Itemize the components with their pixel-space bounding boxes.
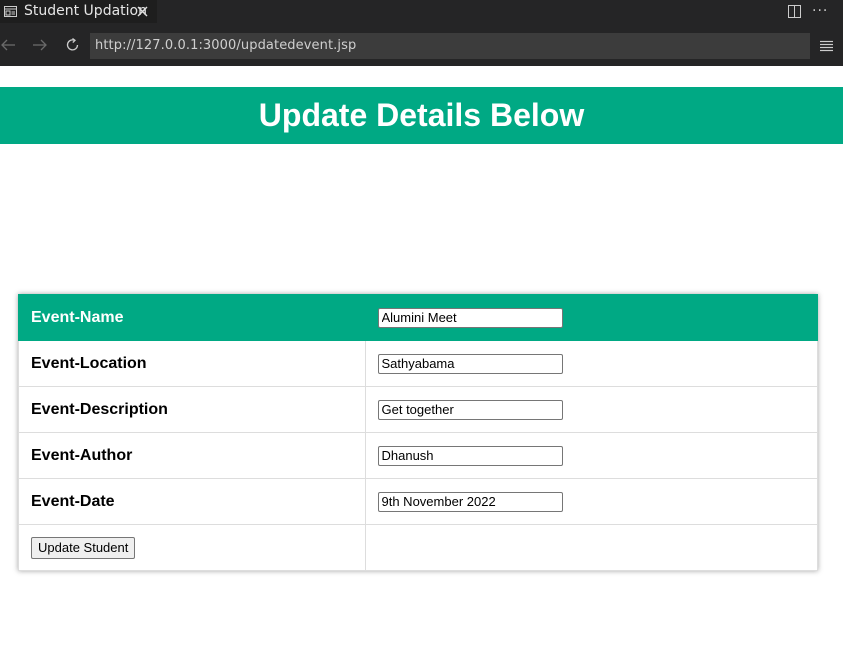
form-row-submit: Update Student bbox=[18, 524, 818, 571]
event-name-cell bbox=[364, 294, 818, 341]
split-editor-icon[interactable] bbox=[788, 5, 801, 18]
event-name-label: Event-Name bbox=[18, 294, 366, 341]
form-table: Event-Name Event-Location Event-Descript… bbox=[18, 294, 818, 571]
event-location-label: Event-Location bbox=[18, 340, 366, 387]
form-row-event-name: Event-Name bbox=[18, 294, 818, 341]
empty-cell bbox=[364, 524, 818, 571]
event-location-input[interactable] bbox=[377, 353, 563, 374]
form-row-event-author: Event-Author bbox=[18, 432, 818, 479]
tab-title: Student Updation bbox=[24, 3, 147, 19]
update-form: Event-Name Event-Location Event-Descript… bbox=[18, 294, 818, 571]
event-name-input[interactable] bbox=[377, 307, 563, 328]
event-author-cell bbox=[364, 432, 818, 479]
event-date-label: Event-Date bbox=[18, 478, 366, 525]
tab-student-updation[interactable]: Student Updation bbox=[0, 0, 157, 23]
event-author-input[interactable] bbox=[377, 445, 563, 466]
menu-icon[interactable] bbox=[820, 40, 833, 52]
navigation-bar: http://127.0.0.1:3000/updatedevent.jsp bbox=[0, 23, 843, 66]
tab-bar: Student Updation ··· bbox=[0, 0, 843, 23]
event-description-input[interactable] bbox=[377, 399, 563, 420]
close-icon[interactable] bbox=[136, 5, 149, 18]
reload-icon[interactable] bbox=[65, 37, 81, 53]
page-title: Update Details Below bbox=[258, 97, 585, 133]
event-date-input[interactable] bbox=[377, 491, 563, 512]
event-location-cell bbox=[364, 340, 818, 387]
event-author-label: Event-Author bbox=[18, 432, 366, 479]
form-row-event-location: Event-Location bbox=[18, 340, 818, 387]
more-actions-icon[interactable]: ··· bbox=[812, 4, 828, 18]
back-icon[interactable] bbox=[0, 37, 16, 53]
submit-cell: Update Student bbox=[18, 524, 366, 571]
page-banner: Update Details Below bbox=[0, 87, 843, 144]
event-date-cell bbox=[364, 478, 818, 525]
address-bar[interactable]: http://127.0.0.1:3000/updatedevent.jsp bbox=[90, 33, 810, 59]
form-row-event-date: Event-Date bbox=[18, 478, 818, 525]
event-description-label: Event-Description bbox=[18, 386, 366, 433]
url-text: http://127.0.0.1:3000/updatedevent.jsp bbox=[95, 38, 357, 53]
forward-icon[interactable] bbox=[32, 37, 48, 53]
form-row-event-description: Event-Description bbox=[18, 386, 818, 433]
event-description-cell bbox=[364, 386, 818, 433]
preview-icon bbox=[4, 6, 17, 17]
update-student-button[interactable]: Update Student bbox=[31, 536, 136, 559]
